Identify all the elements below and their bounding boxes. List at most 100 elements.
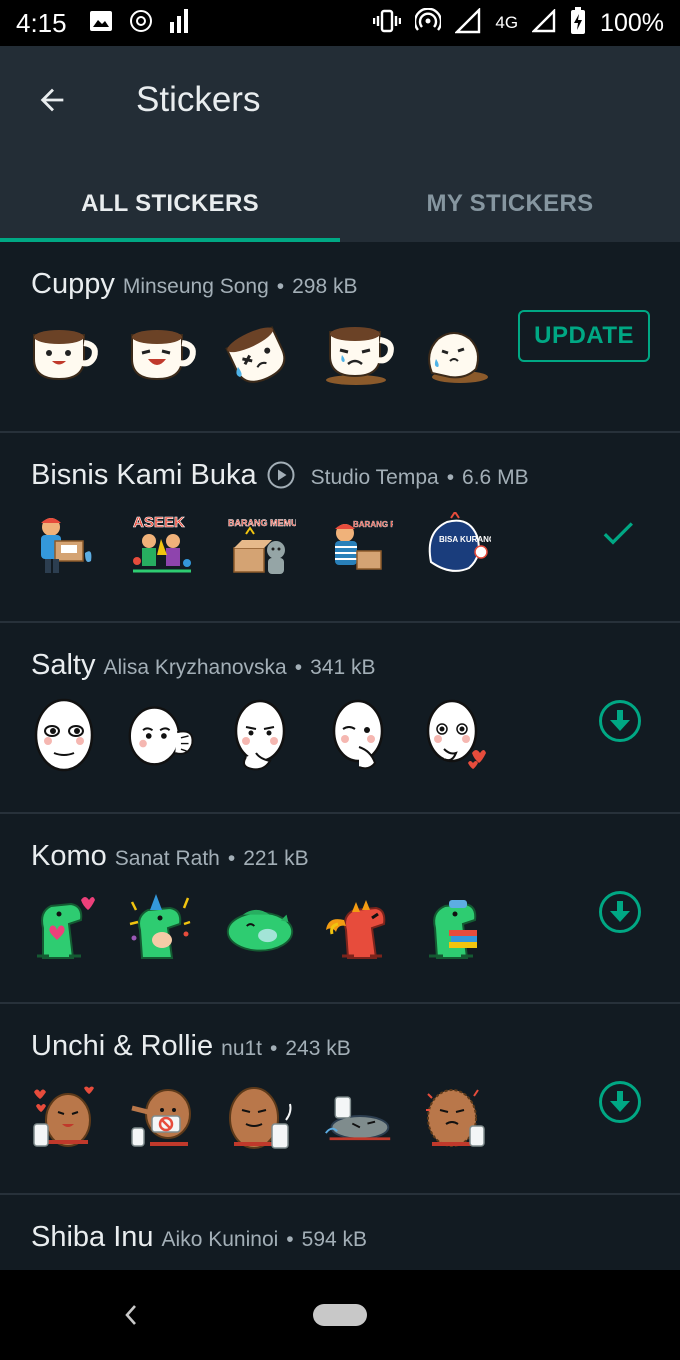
pack-name: Salty	[31, 649, 96, 681]
separator-dot: •	[270, 1037, 278, 1060]
pack-size: 298 kB	[292, 275, 358, 298]
app-bar: Stickers ALL STICKERS MY STICKERS	[0, 46, 680, 242]
status-time: 4:15	[16, 7, 67, 38]
unchi-no-sign-sticker	[126, 1080, 198, 1152]
cup-smile-sticker	[28, 318, 100, 390]
download-icon[interactable]	[598, 890, 642, 939]
arrow-left-icon	[35, 83, 69, 122]
pack-author: Studio Tempa	[310, 465, 439, 489]
play-circle-icon	[267, 461, 295, 489]
sticker-text-aseek: ASEEK	[133, 514, 185, 531]
salty-wink-sticker	[322, 699, 394, 771]
signal-bars-icon	[169, 8, 191, 39]
dino-party-sticker	[126, 890, 198, 962]
pack-author: Aiko Kuninoi	[161, 1227, 279, 1251]
nav-back-icon[interactable]	[118, 1300, 144, 1335]
sticker-text-barang-ready: BARANG READY KAK	[353, 520, 393, 529]
sticker-pack-list[interactable]: Cuppy Minseung Song • 298 kB UPDATE Bisn…	[0, 242, 680, 1270]
salty-face-sticker	[28, 698, 100, 772]
pack-name: Unchi & Rollie	[31, 1030, 214, 1062]
dino-heart-sticker	[28, 890, 100, 962]
salty-thinking-sticker	[224, 699, 296, 771]
pack-name: Komo	[31, 839, 107, 872]
pack-size: 594 kB	[301, 1227, 368, 1251]
cup-crying-spill-sticker	[224, 318, 296, 390]
sticker-preview-row	[28, 698, 492, 772]
image-icon	[89, 10, 113, 37]
pack-header: Shiba Inu Aiko Kuninoi • 594 kB	[31, 1221, 367, 1254]
sticker-pack-cuppy[interactable]: Cuppy Minseung Song • 298 kB UPDATE	[0, 242, 680, 433]
cup-tipped-sticker	[420, 318, 492, 390]
pack-header: Bisnis Kami Buka Studio Tempa • 6.6 MB	[31, 459, 529, 492]
delivery-man-sticker	[28, 509, 100, 581]
dino-books-sticker	[420, 890, 492, 962]
pack-name: Bisnis Kami Buka	[31, 458, 257, 491]
battery-icon	[570, 6, 586, 40]
cell-signal-icon	[531, 7, 556, 38]
back-button[interactable]	[28, 78, 76, 126]
tab-all-stickers[interactable]: ALL STICKERS	[0, 166, 340, 242]
sticker-preview-row	[28, 1080, 492, 1152]
pack-author: nu1t	[221, 1037, 263, 1060]
cup-sad-sticker	[322, 318, 394, 390]
cup-laugh-sticker	[126, 318, 198, 390]
sticker-pack-bisnis-kami-buka[interactable]: Bisnis Kami Buka Studio Tempa • 6.6 MB A…	[0, 433, 680, 623]
pack-author: Minseung Song	[122, 275, 269, 298]
pack-header: Unchi & Rollie nu1t • 243 kB	[31, 1030, 351, 1063]
battery-level: 100%	[600, 8, 664, 37]
pack-header: Komo Sanat Rath • 221 kB	[31, 840, 309, 873]
nav-home-pill[interactable]	[313, 1304, 367, 1326]
barang-ready-kak-sticker: BARANG READY KAK	[322, 509, 394, 581]
separator-dot: •	[446, 465, 455, 489]
unchi-sneaky-sticker	[224, 1080, 296, 1152]
tab-bar: ALL STICKERS MY STICKERS	[0, 166, 680, 242]
dino-sleeping-sticker	[224, 890, 296, 962]
update-button[interactable]: UPDATE	[518, 310, 650, 362]
aseek-sticker: ASEEK	[126, 509, 198, 581]
sticker-preview-row	[28, 890, 492, 962]
pack-name: Cuppy	[31, 268, 115, 300]
pack-size: 221 kB	[243, 846, 309, 870]
pack-name: Shiba Inu	[31, 1220, 154, 1253]
page-title: Stickers	[136, 80, 261, 119]
separator-dot: •	[294, 656, 303, 679]
vibrate-icon	[373, 9, 402, 38]
pack-author: Sanat Rath	[114, 846, 220, 870]
salty-love-sticker	[420, 699, 492, 771]
bisa-kurang-gak-sticker: BISA KURANG GAK?	[420, 509, 492, 581]
sticker-text-bisa-kurang: BISA KURANG GAK?	[439, 535, 491, 544]
pack-action	[598, 1080, 642, 1129]
sticker-pack-salty[interactable]: Salty Alisa Kryzhanovska • 341 kB	[0, 623, 680, 814]
separator-dot: •	[227, 846, 236, 870]
network-type: 4G	[495, 13, 519, 32]
pack-action	[598, 513, 638, 558]
sticker-preview-row: ASEEK BARANG MEMUASKAN BARANG READY KAK …	[28, 509, 492, 581]
unchi-fuzzy-sticker	[420, 1080, 492, 1152]
unchi-hearts-sticker	[28, 1080, 100, 1152]
barang-memuaskan-sticker: BARANG MEMUASKAN	[224, 509, 296, 581]
pack-size: 6.6 MB	[462, 465, 529, 489]
rollie-sleeping-sticker	[322, 1080, 394, 1152]
sticker-pack-komo[interactable]: Komo Sanat Rath • 221 kB	[0, 814, 680, 1004]
pack-action	[598, 890, 642, 939]
tab-my-stickers[interactable]: MY STICKERS	[340, 166, 680, 242]
download-icon[interactable]	[598, 1080, 642, 1129]
sticker-pack-unchi-rollie[interactable]: Unchi & Rollie nu1t • 243 kB	[0, 1004, 680, 1195]
system-nav-bar	[0, 1270, 680, 1360]
sticker-text-barang-memuaskan: BARANG MEMUASKAN	[228, 518, 296, 528]
separator-dot: •	[276, 275, 285, 298]
dino-fire-sticker	[322, 890, 394, 962]
download-icon[interactable]	[598, 699, 642, 748]
sticker-pack-shiba-inu[interactable]: Shiba Inu Aiko Kuninoi • 594 kB	[0, 1195, 680, 1271]
pack-header: Salty Alisa Kryzhanovska • 341 kB	[31, 649, 375, 682]
pack-size: 243 kB	[285, 1037, 351, 1060]
salty-listening-sticker	[126, 699, 198, 771]
sticker-preview-row	[28, 318, 492, 390]
separator-dot: •	[286, 1227, 294, 1251]
pack-action	[598, 699, 642, 748]
pack-header: Cuppy Minseung Song • 298 kB	[31, 268, 358, 301]
data-icon	[454, 6, 481, 39]
at-icon	[129, 9, 153, 38]
check-icon	[598, 513, 638, 558]
pack-size: 341 kB	[310, 656, 376, 679]
